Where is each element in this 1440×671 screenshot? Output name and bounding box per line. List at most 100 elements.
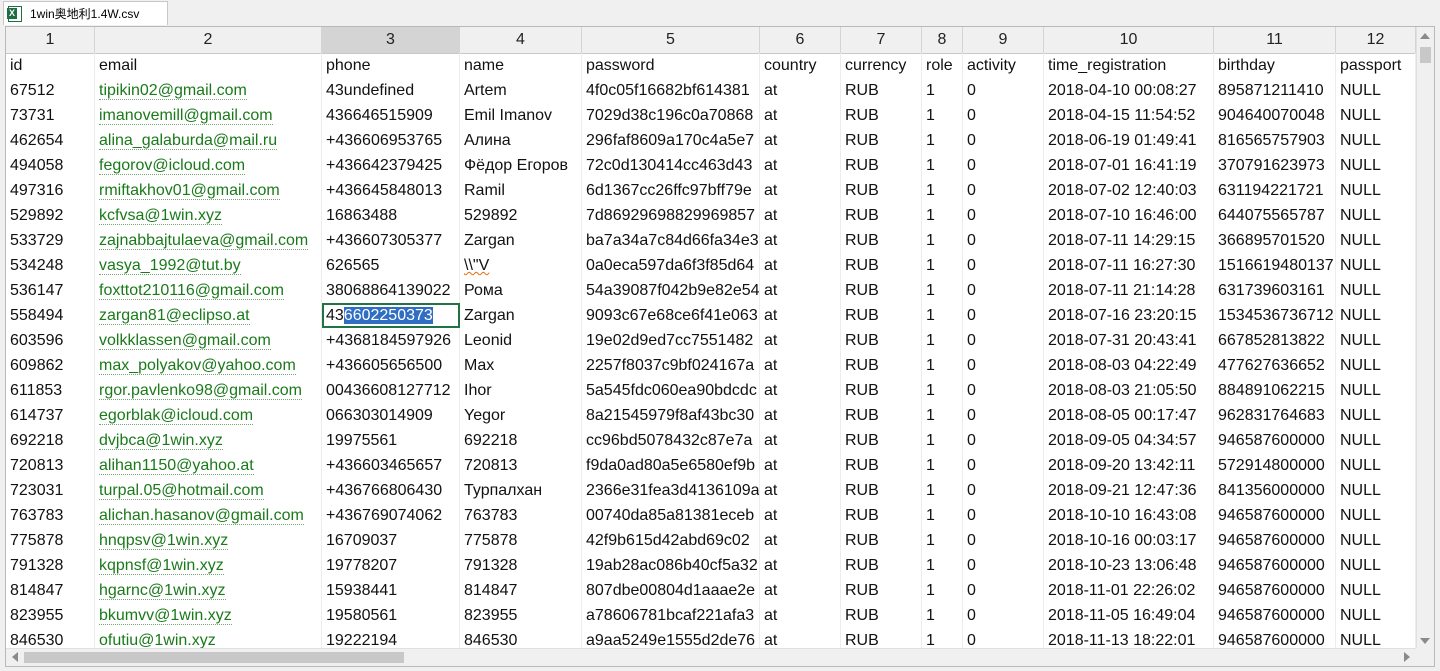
cell-phone[interactable]: phone <box>322 53 460 78</box>
cell-password[interactable]: 19e02d9ed7cc7551482 <box>582 328 760 353</box>
cell-role[interactable]: 1 <box>922 503 963 528</box>
cell-password[interactable]: a78606781bcaf221afa3 <box>582 603 760 628</box>
cell-country[interactable]: at <box>760 403 841 428</box>
cell-role[interactable]: 1 <box>922 103 963 128</box>
cell-password[interactable]: 2257f8037c9bf024167a <box>582 353 760 378</box>
cell-email[interactable]: fegorov@icloud.com <box>95 153 322 178</box>
cell-role[interactable]: 1 <box>922 478 963 503</box>
column-header-9[interactable]: 9 <box>963 27 1044 53</box>
cell-email[interactable]: zargan81@eclipso.at <box>95 303 322 328</box>
table-row[interactable]: 692218 dvjbca@1win.xyz 19975561 692218 cc96b… <box>6 428 1416 453</box>
cell-passport[interactable]: NULL <box>1336 103 1416 128</box>
cell-email[interactable]: max_polyakov@yahoo.com <box>95 353 322 378</box>
cell-currency[interactable]: RUB <box>841 528 922 553</box>
table-row[interactable]: 814847 hgarnc@1win.xyz 15938441 814847 807db… <box>6 578 1416 603</box>
spreadsheet-grid[interactable]: 1 2 3 4 5 6 7 8 9 10 11 12 id email phone name password… <box>5 26 1435 667</box>
cell-activity[interactable]: 0 <box>963 528 1044 553</box>
cell-birthday[interactable]: 946587600000 <box>1214 553 1336 578</box>
column-header-5[interactable]: 5 <box>582 27 760 53</box>
table-row[interactable]: 614737 egorblak@icloud.com 066303014909 Yeg… <box>6 403 1416 428</box>
email-link[interactable]: kqpnsf@1win.xyz <box>99 557 224 575</box>
cell-role[interactable]: 1 <box>922 603 963 628</box>
cell-birthday[interactable]: 895871211410 <box>1214 78 1336 103</box>
cell-email[interactable]: rgor.pavlenko98@gmail.com <box>95 378 322 403</box>
cell-time_registration[interactable]: 2018-07-31 20:43:41 <box>1044 328 1214 353</box>
cell-birthday[interactable]: 631194221721 <box>1214 178 1336 203</box>
horizontal-scrollbar[interactable] <box>6 648 1416 666</box>
cell-country[interactable]: at <box>760 178 841 203</box>
table-row[interactable]: 763783 alichan.hasanov@gmail.com +43676907… <box>6 503 1416 528</box>
cell-phone[interactable]: +436766806430 <box>322 478 460 503</box>
cell-name[interactable]: Ihor <box>460 378 582 403</box>
cell-passport[interactable]: NULL <box>1336 428 1416 453</box>
cell-password[interactable]: 296faf8609a170c4a5e7 <box>582 128 760 153</box>
cell-birthday[interactable]: 631739603161 <box>1214 278 1336 303</box>
cell-passport[interactable]: NULL <box>1336 128 1416 153</box>
cell-currency[interactable]: RUB <box>841 203 922 228</box>
cell-role[interactable]: role <box>922 53 963 78</box>
email-link[interactable]: egorblak@icloud.com <box>99 407 254 425</box>
cell-country[interactable]: at <box>760 378 841 403</box>
email-link[interactable]: rmiftakhov01@gmail.com <box>99 182 280 200</box>
cell-password[interactable]: 42f9b615d42abd69c02 <box>582 528 760 553</box>
table-row[interactable]: 791328 kqpnsf@1win.xyz 19778207 791328 19ab2… <box>6 553 1416 578</box>
cell-id[interactable]: 536147 <box>6 278 95 303</box>
cell-time_registration[interactable]: 2018-10-10 16:43:08 <box>1044 503 1214 528</box>
cell-country[interactable]: at <box>760 103 841 128</box>
cell-name[interactable]: Max <box>460 353 582 378</box>
cell-activity[interactable]: 0 <box>963 428 1044 453</box>
cell-email[interactable]: dvjbca@1win.xyz <box>95 428 322 453</box>
cell-passport[interactable]: NULL <box>1336 278 1416 303</box>
table-row[interactable]: 720813 alihan1150@yahoo.at +436603465657 72… <box>6 453 1416 478</box>
header-row[interactable]: id email phone name password country currency r… <box>6 53 1416 78</box>
cell-email[interactable]: kcfvsa@1win.xyz <box>95 203 322 228</box>
column-header-2[interactable]: 2 <box>95 27 322 53</box>
cell-currency[interactable]: RUB <box>841 153 922 178</box>
selected-text[interactable]: 6602250373 <box>343 307 433 324</box>
cell-name[interactable]: Ramil <box>460 178 582 203</box>
cell-birthday[interactable]: 1534536736712 <box>1214 303 1336 328</box>
cell-email[interactable]: tipikin02@gmail.com <box>95 78 322 103</box>
cell-country[interactable]: at <box>760 128 841 153</box>
cell-name[interactable]: Zargan <box>460 303 582 328</box>
table-row[interactable]: 534248 vasya_1992@tut.by 626565 \\"V 0a0eca5… <box>6 253 1416 278</box>
cell-email[interactable]: zajnabbajtulaeva@gmail.com <box>95 228 322 253</box>
cell-passport[interactable]: NULL <box>1336 153 1416 178</box>
cell-role[interactable]: 1 <box>922 378 963 403</box>
scroll-right-icon[interactable] <box>1404 652 1410 662</box>
cell-time_registration[interactable]: 2018-09-20 13:42:11 <box>1044 453 1214 478</box>
cell-phone[interactable]: 436646515909 <box>322 103 460 128</box>
cell-role[interactable]: 1 <box>922 553 963 578</box>
cell-password[interactable]: a9aa5249e1555d2de76 <box>582 628 760 650</box>
table-row[interactable]: 529892 kcfvsa@1win.xyz 16863488 529892 7d869… <box>6 203 1416 228</box>
cell-currency[interactable]: RUB <box>841 103 922 128</box>
cell-activity[interactable]: 0 <box>963 453 1044 478</box>
cell-time_registration[interactable]: time_registration <box>1044 53 1214 78</box>
cell-birthday[interactable]: 962831764683 <box>1214 403 1336 428</box>
cell-email[interactable]: hnqpsv@1win.xyz <box>95 528 322 553</box>
cell-time_registration[interactable]: 2018-10-23 13:06:48 <box>1044 553 1214 578</box>
cell-id[interactable]: 67512 <box>6 78 95 103</box>
cell-country[interactable]: at <box>760 453 841 478</box>
cell-currency[interactable]: RUB <box>841 178 922 203</box>
cell-activity[interactable]: 0 <box>963 378 1044 403</box>
cell-phone[interactable]: 16709037 <box>322 528 460 553</box>
cell-phone[interactable]: +4368184597926 <box>322 328 460 353</box>
cell-role[interactable]: 1 <box>922 278 963 303</box>
horizontal-scroll-thumb[interactable] <box>24 652 404 663</box>
cell-activity[interactable]: 0 <box>963 578 1044 603</box>
cell-passport[interactable]: NULL <box>1336 78 1416 103</box>
cell-password[interactable]: f9da0ad80a5e6580ef9b <box>582 453 760 478</box>
cell-currency[interactable]: RUB <box>841 328 922 353</box>
cell-currency[interactable]: RUB <box>841 378 922 403</box>
column-header-11[interactable]: 11 <box>1214 27 1336 53</box>
cell-id[interactable]: 533729 <box>6 228 95 253</box>
cell-id[interactable]: 534248 <box>6 253 95 278</box>
column-header-1[interactable]: 1 <box>6 27 95 53</box>
cell-name[interactable]: 529892 <box>460 203 582 228</box>
cell-time_registration[interactable]: 2018-07-01 16:41:19 <box>1044 153 1214 178</box>
column-header-10[interactable]: 10 <box>1044 27 1214 53</box>
vertical-scroll-thumb[interactable] <box>1420 47 1431 63</box>
cell-name[interactable]: 775878 <box>460 528 582 553</box>
table-row[interactable]: 73731 imanovemill@gmail.com 436646515909 Em… <box>6 103 1416 128</box>
